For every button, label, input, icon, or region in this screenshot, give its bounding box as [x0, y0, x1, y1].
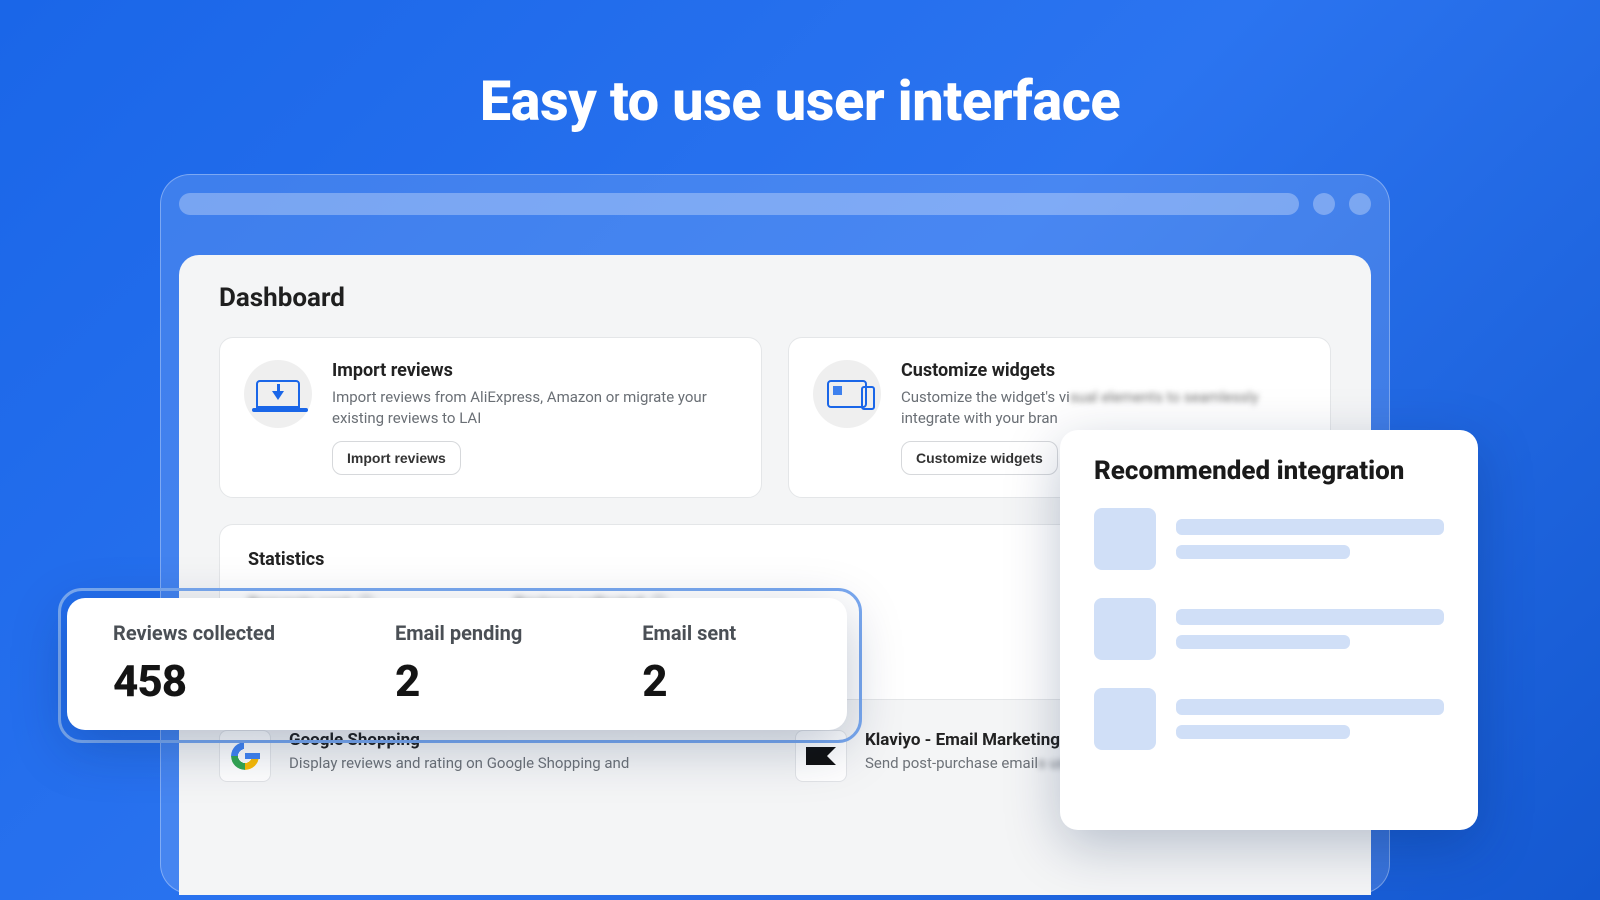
integration-thumb-placeholder: [1094, 598, 1156, 660]
import-card-title: Import reviews: [332, 360, 737, 381]
customize-icon: [813, 360, 881, 428]
stat-value: 458: [113, 655, 275, 707]
browser-control-dot[interactable]: [1349, 193, 1371, 215]
customize-widgets-button[interactable]: Customize widgets: [901, 441, 1058, 475]
import-card-desc: Import reviews from AliExpress, Amazon o…: [332, 387, 737, 429]
recommended-integration-panel: Recommended integration: [1060, 430, 1478, 830]
customize-card-desc: Customize the widget's visual elements t…: [901, 387, 1259, 429]
recommended-item[interactable]: [1094, 598, 1444, 660]
integration-desc: Display reviews and rating on Google Sho…: [289, 754, 629, 772]
stat-label: Email sent: [642, 621, 736, 645]
url-bar[interactable]: [179, 193, 1299, 215]
browser-bar: [179, 193, 1371, 215]
stat-label: Reviews collected: [113, 621, 275, 645]
stat-value: 2: [395, 655, 522, 707]
recommended-title: Recommended integration: [1094, 456, 1444, 486]
import-icon: [244, 360, 312, 428]
hero-title: Easy to use user interface: [0, 0, 1600, 134]
import-reviews-button[interactable]: Import reviews: [332, 441, 461, 475]
stat-value: 2: [642, 655, 736, 707]
import-reviews-card: Import reviews Import reviews from AliEx…: [219, 337, 762, 498]
stat-email-pending: Email pending 2: [395, 621, 522, 707]
customize-card-title: Customize widgets: [901, 360, 1259, 381]
stat-reviews-collected: Reviews collected 458: [113, 621, 275, 707]
page-title: Dashboard: [219, 283, 1331, 313]
recommended-item[interactable]: [1094, 508, 1444, 570]
stat-label: Email pending: [395, 621, 522, 645]
integration-thumb-placeholder: [1094, 508, 1156, 570]
browser-control-dot[interactable]: [1313, 193, 1335, 215]
stats-highlight-card: Reviews collected 458 Email pending 2 Em…: [67, 598, 847, 730]
stat-email-sent: Email sent 2: [642, 621, 736, 707]
recommended-item[interactable]: [1094, 688, 1444, 750]
integration-thumb-placeholder: [1094, 688, 1156, 750]
